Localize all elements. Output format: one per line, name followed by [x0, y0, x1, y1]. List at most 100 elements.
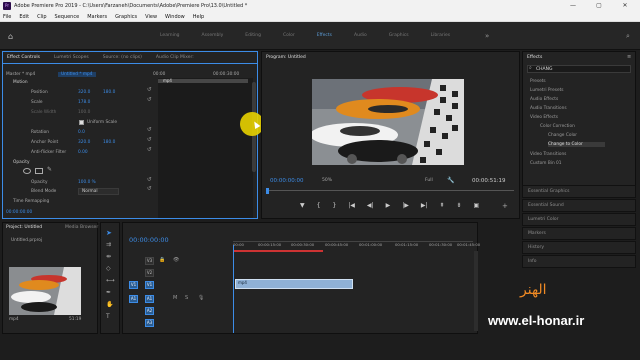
- mark-in-button[interactable]: {: [317, 202, 321, 209]
- info-panel[interactable]: Info: [522, 255, 636, 268]
- type-tool-icon[interactable]: T: [106, 313, 110, 320]
- effects-item-video-effects[interactable]: Video Effects: [530, 115, 558, 120]
- reset-position-icon[interactable]: ↺: [147, 87, 152, 93]
- reset-blend-icon[interactable]: ↺: [147, 186, 152, 192]
- reset-anchor-icon[interactable]: ↺: [147, 137, 152, 143]
- blend-mode-select[interactable]: Normal: [78, 188, 119, 195]
- menu-clip[interactable]: Clip: [37, 12, 46, 21]
- scale-value[interactable]: 178.0: [78, 100, 90, 105]
- v3-source-button[interactable]: V3: [145, 257, 154, 265]
- mark-out-button[interactable]: }: [332, 202, 336, 209]
- menu-edit[interactable]: Edit: [19, 12, 29, 21]
- workspace-libraries[interactable]: Libraries: [431, 33, 450, 38]
- menu-file[interactable]: File: [3, 12, 11, 21]
- anchor-x-value[interactable]: 320.0: [78, 140, 90, 145]
- tab-project[interactable]: Project: Untitled: [6, 225, 42, 230]
- go-to-out-button[interactable]: ▶|: [421, 202, 428, 209]
- project-clip-thumbnail[interactable]: [9, 267, 81, 315]
- rotation-value[interactable]: 0.0: [78, 130, 85, 135]
- master-clip-label[interactable]: Master * mp4: [6, 72, 35, 77]
- position-x-value[interactable]: 320.0: [78, 90, 90, 95]
- effects-item-video-transitions[interactable]: Video Transitions: [530, 152, 566, 157]
- export-frame-button[interactable]: ▣: [474, 202, 480, 209]
- a1-source-patch[interactable]: A1: [129, 295, 138, 303]
- go-to-in-button[interactable]: |◀: [348, 202, 355, 209]
- ec-mini-timeline[interactable]: [158, 78, 253, 218]
- anchor-y-value[interactable]: 180.0: [103, 140, 115, 145]
- microphone-icon[interactable]: 🎙: [198, 295, 204, 301]
- extract-button[interactable]: ⇟: [457, 202, 462, 209]
- reset-scale-icon[interactable]: ↺: [147, 97, 152, 103]
- effects-item-audio-transitions[interactable]: Audio Transitions: [530, 106, 567, 111]
- slip-tool-icon[interactable]: ⟷: [106, 277, 115, 284]
- workspaces-menu-icon[interactable]: »: [485, 32, 489, 40]
- pen-tool-icon[interactable]: ✒: [106, 289, 111, 296]
- lumetri-color-panel[interactable]: Lumetri Color: [522, 213, 636, 226]
- v1-source-patch[interactable]: V1: [129, 281, 138, 289]
- add-button-plus-icon[interactable]: +: [502, 202, 508, 210]
- markers-panel[interactable]: Markers: [522, 227, 636, 240]
- opacity-value[interactable]: 100.0 %: [78, 180, 96, 185]
- effects-search-input[interactable]: CHANG: [527, 65, 631, 73]
- eye-icon[interactable]: 👁: [173, 257, 179, 263]
- workspace-effects[interactable]: Effects: [317, 33, 332, 38]
- effects-panel-menu-icon[interactable]: ≡: [627, 54, 631, 60]
- program-zoom-select[interactable]: 50%: [322, 178, 332, 183]
- v2-source-button[interactable]: V2: [145, 269, 154, 277]
- menu-window[interactable]: Window: [165, 12, 185, 21]
- workspace-audio[interactable]: Audio: [354, 33, 367, 38]
- razor-tool-icon[interactable]: ◇: [106, 265, 111, 272]
- effects-item-change-color[interactable]: Change Color: [548, 133, 577, 138]
- pen-mask-icon[interactable]: ✎: [47, 166, 52, 173]
- search-icon[interactable]: ⌕: [626, 32, 630, 41]
- program-quality-select[interactable]: Full: [425, 178, 433, 183]
- tab-effect-controls[interactable]: Effect Controls: [7, 55, 40, 60]
- timeline-playhead[interactable]: [233, 245, 234, 333]
- reset-anti-flicker-icon[interactable]: ↺: [147, 147, 152, 153]
- reset-opacity-icon[interactable]: ↺: [147, 177, 152, 183]
- tab-audio-clip-mixer[interactable]: Audio Clip Mixer:: [156, 55, 194, 60]
- effects-item-color-correction[interactable]: Color Correction: [540, 124, 575, 129]
- timeline-scrollbar[interactable]: [474, 251, 478, 331]
- tab-lumetri-scopes[interactable]: Lumetri Scopes: [54, 55, 89, 60]
- program-playhead-timecode[interactable]: 00:00:00:00: [270, 178, 304, 184]
- menu-markers[interactable]: Markers: [87, 12, 107, 21]
- program-playhead[interactable]: [266, 188, 269, 194]
- menu-view[interactable]: View: [145, 12, 157, 21]
- close-button[interactable]: ✕: [614, 0, 636, 12]
- selection-tool-icon[interactable]: ➤: [106, 229, 112, 237]
- add-marker-button[interactable]: ▼: [300, 202, 305, 209]
- mute-m-icon[interactable]: M: [173, 295, 177, 301]
- maximize-button[interactable]: ▢: [588, 0, 610, 12]
- ripple-edit-tool-icon[interactable]: ⇹: [106, 253, 111, 260]
- effects-item-custom-bin[interactable]: Custom Bin 01: [530, 161, 562, 166]
- menu-sequence[interactable]: Sequence: [55, 12, 80, 21]
- track-lock-icon[interactable]: 🔒: [159, 257, 165, 263]
- play-button[interactable]: ▶: [386, 202, 391, 209]
- menu-graphics[interactable]: Graphics: [115, 12, 137, 21]
- workspace-graphics[interactable]: Graphics: [389, 33, 409, 38]
- effects-item-lumetri-presets[interactable]: Lumetri Presets: [530, 88, 564, 93]
- ellipse-mask-icon[interactable]: [23, 168, 31, 174]
- position-y-value[interactable]: 180.0: [103, 90, 115, 95]
- program-video-frame[interactable]: [312, 79, 464, 165]
- tab-media-browser[interactable]: Media Browser: [65, 225, 98, 230]
- anti-flicker-value[interactable]: 0.00: [78, 150, 88, 155]
- settings-wrench-icon[interactable]: 🔧: [447, 177, 454, 184]
- effects-item-audio-effects[interactable]: Audio Effects: [530, 97, 558, 102]
- video-clip[interactable]: mp4: [235, 279, 353, 289]
- effects-item-presets[interactable]: Presets: [530, 79, 546, 84]
- a2-track-button[interactable]: A2: [145, 307, 154, 315]
- home-icon[interactable]: ⌂: [8, 32, 13, 41]
- workspace-assembly[interactable]: Assembly: [202, 33, 224, 38]
- a3-track-button[interactable]: A3: [145, 319, 154, 327]
- step-forward-button[interactable]: |▶: [402, 202, 409, 209]
- rectangle-mask-icon[interactable]: [35, 168, 43, 174]
- hand-tool-icon[interactable]: ✋: [106, 301, 113, 308]
- tab-source[interactable]: Source: (no clips): [103, 55, 142, 60]
- workspace-learning[interactable]: Learning: [160, 33, 180, 38]
- timeline-timecode[interactable]: 00:00:00:00: [129, 236, 169, 244]
- lift-button[interactable]: ⇞: [439, 202, 444, 209]
- uniform-scale-checkbox[interactable]: [79, 120, 84, 125]
- clip-selector[interactable]: Untitled * mp4: [58, 72, 96, 77]
